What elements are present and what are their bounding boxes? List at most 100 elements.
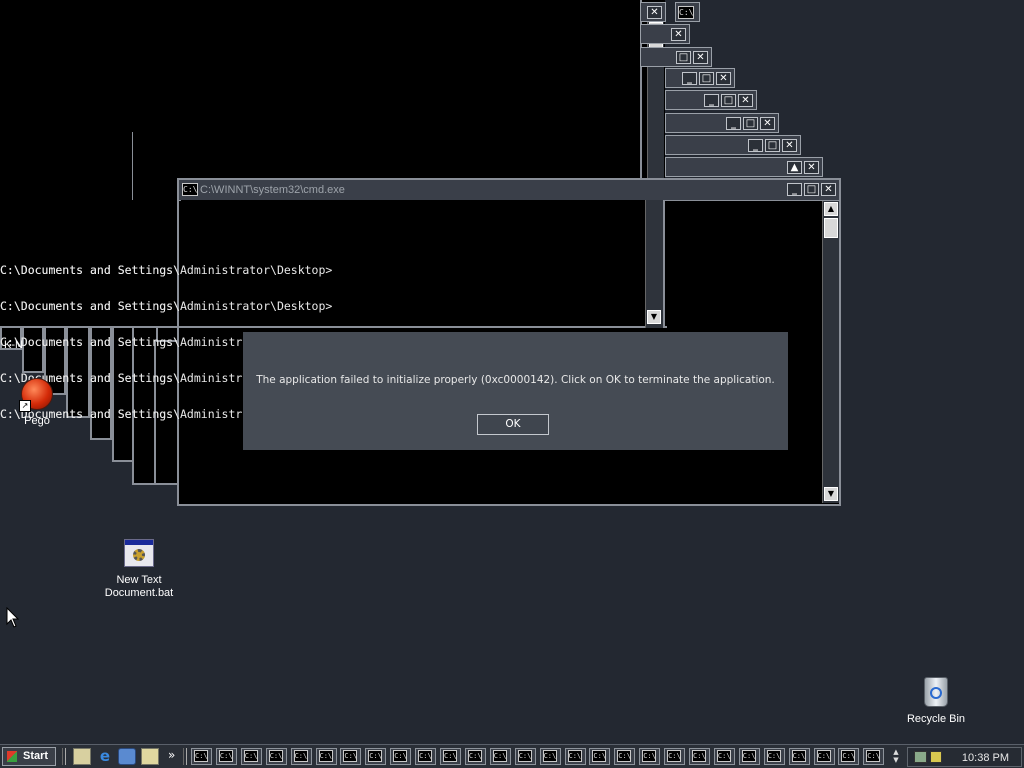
maximize-icon[interactable]: □ — [765, 138, 780, 152]
cascade-titlebar[interactable]: _ □ ✕ — [665, 113, 779, 133]
taskbar-cmd-button[interactable]: C:\ — [813, 748, 835, 765]
cmd-icon: C:\ — [293, 750, 308, 762]
outlook-icon[interactable] — [73, 748, 91, 765]
cascade-titlebar[interactable]: _ □ ✕ — [665, 90, 757, 110]
taskbar-cmd-button[interactable]: C:\ — [240, 748, 262, 765]
taskbar-cmd-button[interactable]: C:\ — [713, 748, 735, 765]
cmd-icon: C:\ — [766, 750, 781, 762]
taskbar-cmd-button[interactable]: C:\ — [191, 748, 212, 765]
taskbar-cmd-button[interactable]: C:\ — [390, 748, 412, 765]
cascade-titlebar[interactable]: _ □ ✕ — [665, 68, 735, 88]
network-icon[interactable] — [914, 751, 927, 763]
maximize-icon[interactable]: □ — [743, 116, 758, 130]
gear-icon — [133, 549, 145, 561]
taskbar-cmd-button[interactable]: C:\ — [440, 748, 461, 765]
close-icon[interactable]: ✕ — [716, 71, 731, 85]
taskbar-cmd-button[interactable]: C:\ — [664, 748, 686, 765]
speaker-icon[interactable] — [930, 751, 942, 763]
outlook-express-icon[interactable] — [118, 748, 136, 765]
taskbar-cmd-button[interactable]: C:\ — [539, 748, 561, 765]
cmd-icon: C:\ — [218, 750, 233, 762]
cascade-titlebar[interactable]: ▲ ✕ — [665, 157, 823, 177]
taskbar-cmd-button[interactable]: C:\ — [689, 748, 710, 765]
system-tray: 10:38 PM — [907, 747, 1022, 767]
taskbar-cmd-button[interactable]: C:\ — [315, 748, 337, 765]
cmd-icon: C:\ — [368, 750, 383, 762]
quicklaunch-chevron[interactable]: » — [168, 747, 175, 763]
taskbar-cmd-button[interactable]: C:\ — [738, 748, 760, 765]
maximize-icon[interactable]: □ — [676, 50, 691, 64]
desktop-icon-recycle-bin[interactable]: Recycle Bin — [900, 677, 972, 726]
show-desktop-icon[interactable] — [141, 748, 159, 765]
taskbar-cmd-button[interactable]: C:\ — [564, 748, 586, 765]
scroll-up-icon[interactable]: ▲ — [824, 202, 838, 216]
cascade-titlebar[interactable]: □ ✕ — [640, 47, 712, 67]
window-title: C:\WINNT\system32\cmd.exe — [200, 184, 345, 196]
close-icon[interactable]: ✕ — [782, 138, 797, 152]
taskbar-cmd-button[interactable]: C:\ — [265, 748, 287, 765]
minimize-icon[interactable]: _ — [682, 71, 697, 85]
scroll-thumb[interactable] — [824, 218, 838, 238]
desktop: C:\Documents and Settings\Administrator\… — [0, 0, 1024, 744]
close-icon[interactable]: ✕ — [804, 160, 819, 174]
taskbar-cmd-button[interactable]: C:\ — [614, 748, 636, 765]
quicklaunch-grip[interactable] — [62, 748, 66, 765]
cmd-scrollbar[interactable]: ▲ ▼ — [822, 201, 839, 503]
taskbar-cmd-button[interactable]: C:\ — [763, 748, 785, 765]
cascade-titlebar[interactable]: ✕ — [640, 2, 666, 22]
minimize-icon[interactable]: _ — [748, 138, 763, 152]
cmd-titlebar[interactable]: C:\ C:\WINNT\system32\cmd.exe _ □ ✕ — [179, 180, 839, 201]
scroll-down-icon[interactable]: ▼ — [824, 487, 838, 501]
desktop-icon-bat[interactable]: New Text Document.bat — [96, 539, 182, 600]
taskbar-cmd-button[interactable]: C:\ — [514, 748, 536, 765]
background-window-scrollbar[interactable]: ▼ — [645, 200, 665, 328]
background-cmd-window-overlap: C:\Documents and Settings\Administrator\… — [0, 200, 645, 420]
cascade-titlebar[interactable]: ✕ — [640, 24, 690, 44]
taskbar-cmd-button[interactable]: C:\ — [639, 748, 661, 765]
close-icon[interactable]: ✕ — [693, 50, 708, 64]
mouse-cursor-icon — [6, 607, 20, 628]
scroll-down-icon[interactable]: ▼ — [647, 310, 661, 324]
taskbar-cmd-button[interactable]: C:\ — [215, 748, 237, 765]
cmd-icon: C:\ — [318, 750, 333, 762]
taskbar-cmd-button[interactable]: C:\ — [464, 748, 486, 765]
taskbar-grip[interactable] — [183, 748, 187, 765]
taskbar-scroll[interactable]: ▲ ▼ — [890, 748, 902, 765]
taskbar-cmd-button[interactable]: C:\ — [415, 748, 437, 765]
cmd-icon: C:\ — [617, 750, 632, 762]
desktop-icon-pego[interactable]: ↗ Pego — [10, 378, 64, 428]
close-icon[interactable]: ✕ — [647, 5, 662, 19]
taskbar-cmd-button[interactable]: C:\ — [589, 748, 611, 765]
cmd-icon: C:\ — [467, 750, 482, 762]
maximize-icon[interactable]: □ — [804, 183, 819, 196]
cascade-titlebar[interactable]: C:\ — [675, 2, 700, 22]
maximize-icon[interactable]: □ — [699, 71, 714, 85]
close-icon[interactable]: ✕ — [671, 27, 686, 41]
cmd-icon: C:\ — [866, 750, 881, 762]
taskbar-cmd-button[interactable]: C:\ — [290, 748, 312, 765]
start-button[interactable]: Start — [2, 747, 56, 766]
cascade-titlebar[interactable]: _ □ ✕ — [665, 135, 801, 155]
desktop-icon-kn[interactable]: K-N — [4, 339, 32, 352]
taskbar-cmd-button[interactable]: C:\ — [365, 748, 387, 765]
taskbar-cmd-button[interactable]: C:\ — [863, 748, 885, 765]
taskbar-cmd-button[interactable]: C:\ — [340, 748, 362, 765]
internet-explorer-icon[interactable]: e — [96, 748, 114, 765]
maximize-icon[interactable]: □ — [721, 93, 736, 107]
taskbar-cmd-button[interactable]: C:\ — [788, 748, 810, 765]
clock[interactable]: 10:38 PM — [962, 750, 1009, 766]
taskbar-cmd-button[interactable]: C:\ — [489, 748, 511, 765]
close-icon[interactable]: ✕ — [821, 183, 836, 196]
minimize-icon[interactable]: _ — [726, 116, 741, 130]
cmd-icon: C:\ — [418, 750, 433, 762]
minimize-icon[interactable]: _ — [704, 93, 719, 107]
cmd-icon: C:\ — [741, 750, 756, 762]
taskbar-cmd-button[interactable]: C:\ — [838, 748, 860, 765]
close-icon[interactable]: ✕ — [738, 93, 753, 107]
ok-button[interactable]: OK — [477, 414, 549, 435]
scroll-up-icon[interactable]: ▲ — [787, 160, 802, 174]
cmd-icon: C:\ — [816, 750, 831, 762]
cmd-icon: C:\ — [194, 750, 208, 762]
minimize-icon[interactable]: _ — [787, 183, 802, 196]
close-icon[interactable]: ✕ — [760, 116, 775, 130]
